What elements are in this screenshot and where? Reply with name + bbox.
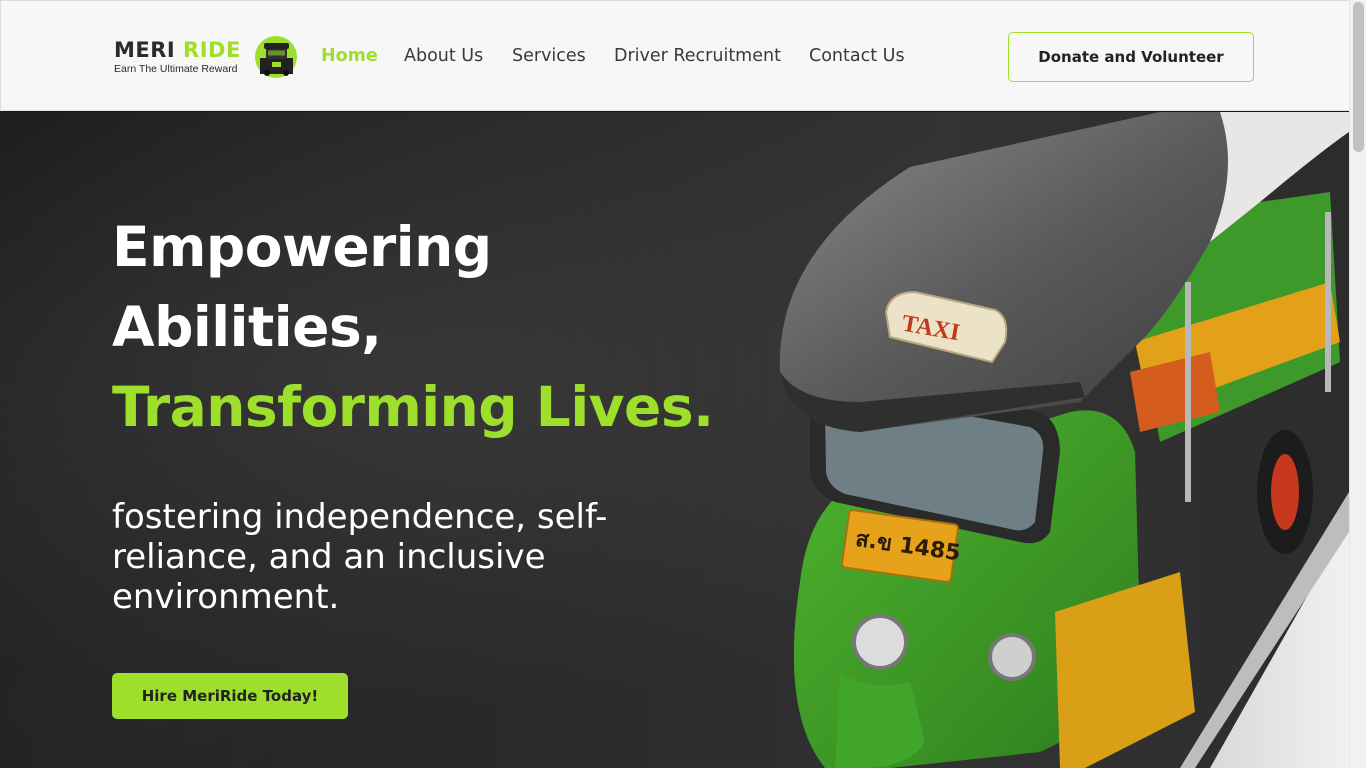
nav-driver-recruitment[interactable]: Driver Recruitment — [614, 45, 781, 67]
hero-headline: Empowering Abilities, Transforming Lives… — [112, 207, 792, 447]
donate-volunteer-button[interactable]: Donate and Volunteer — [1008, 32, 1254, 82]
headline-line-1: Empowering — [112, 215, 492, 279]
tuk-tuk-photo: ส.ข 1485 TAXI — [779, 112, 1349, 768]
nav-services[interactable]: Services — [512, 45, 586, 67]
headline-line-3: Transforming Lives. — [112, 375, 714, 439]
headline-line-2: Abilities, — [112, 295, 382, 359]
nav-home[interactable]: Home — [321, 45, 378, 67]
scrollbar-thumb[interactable] — [1353, 2, 1364, 152]
hero-section: ส.ข 1485 TAXI Empowering Abilities, Tran… — [0, 112, 1349, 768]
tuk-tuk-logo-icon — [255, 36, 297, 78]
nav-contact-us[interactable]: Contact Us — [809, 45, 905, 67]
logo-wordmark: MERI RIDE — [114, 38, 241, 62]
nav-about-us[interactable]: About Us — [404, 45, 483, 67]
logo-tagline: Earn The Ultimate Reward — [114, 63, 238, 75]
site-logo[interactable]: MERI RIDE Earn The Ultimate Reward — [114, 35, 299, 79]
hero-subtext: fostering independence, self-reliance, a… — [112, 497, 608, 617]
site-header: MERI RIDE Earn The Ultimate Reward Home … — [0, 0, 1349, 111]
hire-meriride-button[interactable]: Hire MeriRide Today! — [112, 673, 348, 719]
page-scrollbar[interactable] — [1349, 0, 1366, 768]
